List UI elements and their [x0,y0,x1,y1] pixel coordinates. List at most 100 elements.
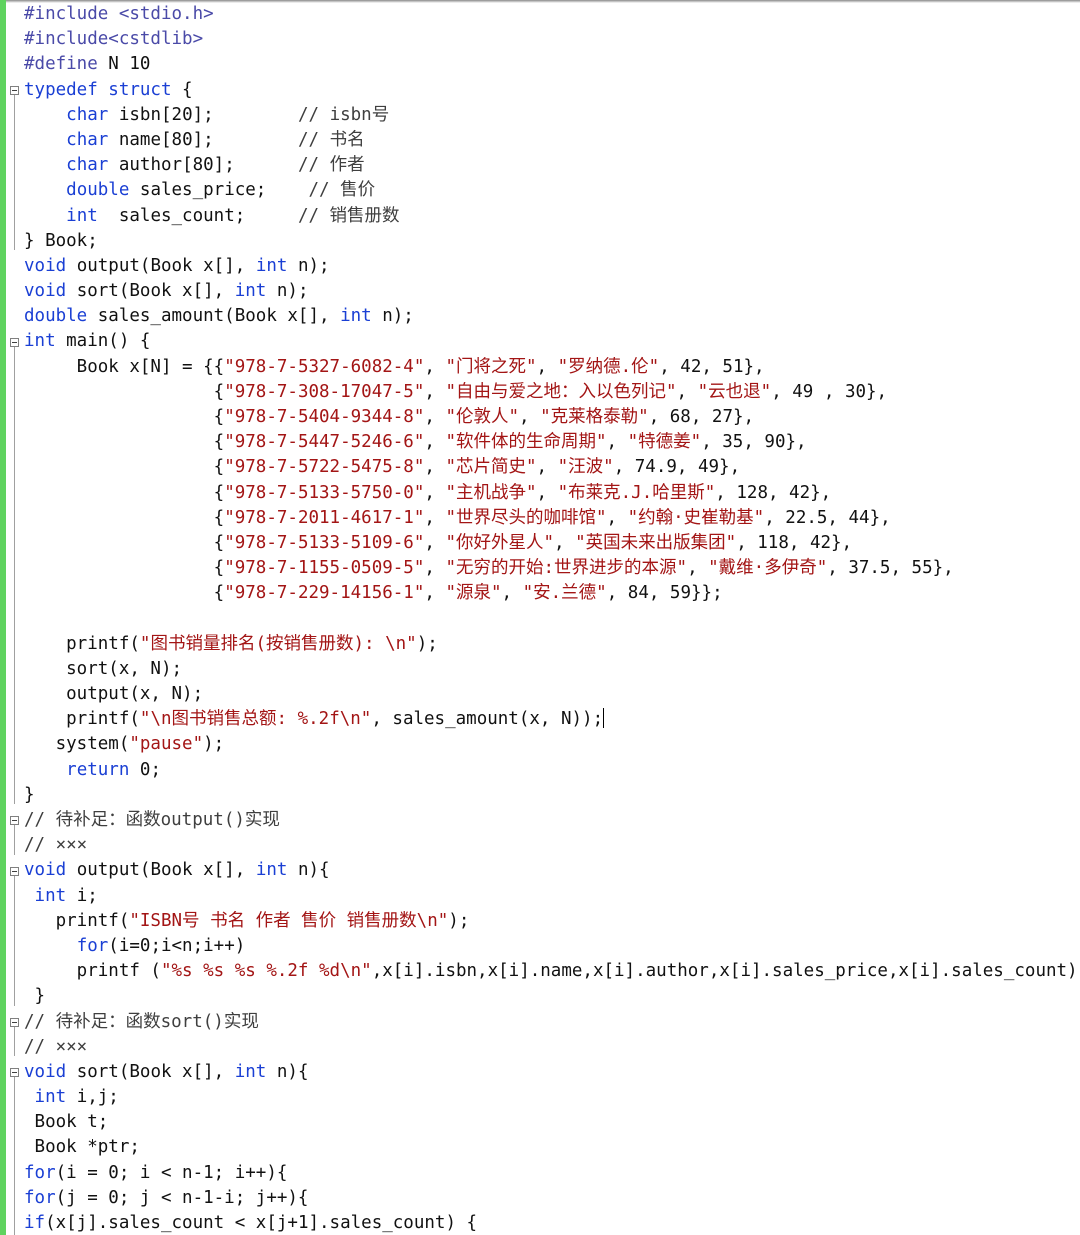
fold-toggle-icon[interactable] [10,85,19,95]
code-token: i; [66,885,98,906]
code-line[interactable]: void output(Book x[], int n); [24,254,1080,279]
code-token: "自由与爱之地：入以色列记" [445,381,677,402]
code-token: "图书销量排名(按销售册数): \n" [139,633,417,654]
code-token: { [24,381,225,402]
code-line[interactable]: double sales_price; // 售价 [24,178,1080,203]
code-token: (i=0;i<n;i++) [108,935,246,956]
code-token: void [24,281,67,302]
fold-toggle-icon[interactable] [10,1068,19,1078]
code-token: "978-7-5133-5109-6" [224,532,425,553]
code-token: int [34,885,67,906]
code-token: author[80]; [108,155,298,176]
code-line[interactable]: char author[80]; // 作者 [24,153,1080,178]
fold-toggle-icon[interactable] [10,1018,19,1027]
code-line[interactable]: for(i = 0; i < n-1; i++){ [24,1161,1080,1186]
code-line[interactable]: printf("图书销量排名(按销售册数): \n"); [24,632,1080,657]
code-line[interactable]: typedef struct { [24,78,1080,103]
code-line[interactable]: for(j = 0; j < n-1-i; j++){ [24,1186,1080,1211]
code-line[interactable]: {"978-7-5722-5475-8", "芯片简史", "汪波", 74.9… [24,455,1080,480]
code-token: char [66,104,109,125]
code-line[interactable]: int main() { [24,329,1080,354]
code-token: n){ [266,1061,309,1082]
code-line[interactable]: return 0; [24,758,1080,783]
code-token: // 售价 [308,180,376,201]
code-line[interactable]: int i; [24,884,1080,909]
code-token: Book x[N] = {{ [24,356,225,377]
code-line[interactable]: {"978-7-5133-5750-0", "主机战争", "布莱克.J.哈里斯… [24,481,1080,506]
code-line[interactable] [24,607,1080,632]
code-area[interactable]: #include <stdio.h> #include<cstdlib> #defi… [24,2,1080,1235]
code-token: // 书名 [297,129,365,150]
code-line[interactable]: {"978-7-1155-0509-5", "无穷的开始:世界进步的本源", "… [24,556,1080,581]
code-editor[interactable]: #include <stdio.h> #include<cstdlib> #defi… [0,0,1080,1235]
code-line[interactable]: int i,j; [24,1085,1080,1110]
code-line[interactable]: {"978-7-308-17047-5", "自由与爱之地：入以色列记", "云… [24,380,1080,405]
code-token: N 10 [108,54,151,75]
fold-toggle-icon[interactable] [10,816,19,826]
code-token: #include <stdio.h> [24,4,214,24]
code-line[interactable]: #include <stdio.h> [24,2,1080,27]
fold-gutter [6,0,22,1235]
code-token: , 22.5, 44}, [764,507,891,528]
code-line[interactable]: // ××× [24,833,1080,858]
code-line[interactable]: } [24,984,1080,1009]
code-token: , [687,558,709,579]
code-token: , sales_amount(x, N)); [371,709,604,730]
fold-toggle-icon[interactable] [10,337,19,347]
code-token: } Book; [24,230,98,251]
code-line[interactable]: output(x, N); [24,682,1080,707]
code-line[interactable]: char isbn[20]; // isbn号 [24,103,1080,128]
code-line[interactable]: char name[80]; // 书名 [24,128,1080,153]
code-token: "978-7-5133-5750-0" [224,482,425,503]
code-token: { [171,79,193,100]
code-line[interactable]: // 待补足：函数sort()实现 [24,1010,1080,1035]
code-token: "汪波" [557,457,614,478]
code-line[interactable]: #include<cstdlib> [24,27,1080,52]
code-line[interactable]: // ××× [24,1035,1080,1060]
code-line[interactable]: void sort(Book x[], int n); [24,279,1080,304]
code-line[interactable]: } [24,783,1080,808]
code-line[interactable]: void sort(Book x[], int n){ [24,1060,1080,1085]
code-token: "978-7-229-14156-1" [224,583,425,604]
code-token: , 37.5, 55}, [827,558,954,579]
code-line[interactable]: sort(x, N); [24,657,1080,682]
code-token: // ××× [24,1036,88,1057]
code-line[interactable]: printf ("%s %s %s %.2f %d\n",x[i].isbn,x… [24,959,1080,984]
code-line[interactable]: Book *ptr; [24,1135,1080,1160]
code-line[interactable]: {"978-7-2011-4617-1", "世界尽头的咖啡馆", "约翰·史崔… [24,506,1080,531]
code-line[interactable]: {"978-7-5133-5109-6", "你好外星人", "英国未来出版集团… [24,531,1080,556]
code-token: } [24,986,46,1007]
code-line[interactable]: printf("\n图书销售总额: %.2f\n", sales_amount(… [24,707,1080,732]
code-line[interactable]: #define N 10 [24,52,1080,77]
code-line[interactable]: for(i=0;i<n;i++) [24,934,1080,959]
code-line[interactable]: Book t; [24,1110,1080,1135]
code-line[interactable]: int sales_count; // 销售册数 [24,204,1080,229]
code-line[interactable]: } Book; [24,229,1080,254]
code-token: , [424,457,446,478]
code-line[interactable]: if(x[j].sales_count < x[j+1].sales_count… [24,1211,1080,1235]
code-token: sort(Book x[], [66,1061,235,1082]
code-token: , [424,356,446,377]
code-line[interactable]: printf("ISBN号 书名 作者 售价 销售册数\n"); [24,909,1080,934]
code-line[interactable]: {"978-7-5404-9344-8", "伦敦人", "克莱格泰勒", 68… [24,405,1080,430]
code-line[interactable]: system("pause"); [24,732,1080,757]
fold-range-line [14,1027,15,1057]
code-token: int [234,1061,267,1082]
code-token: "主机战争" [445,482,537,503]
code-token: output(x, N); [24,684,204,705]
code-line[interactable]: double sales_amount(Book x[], int n); [24,304,1080,329]
code-line[interactable]: Book x[N] = {{"978-7-5327-6082-4", "门将之死… [24,355,1080,380]
code-token: // 待补足：函数sort()实现 [24,1011,259,1032]
code-line[interactable]: void output(Book x[], int n){ [24,858,1080,883]
code-token: { [24,532,225,553]
code-token: , [554,532,576,553]
code-line[interactable]: // 待补足：函数output()实现 [24,808,1080,833]
code-line[interactable]: {"978-7-5447-5246-6", "软件体的生命周期", "特德姜",… [24,430,1080,455]
code-token: double [24,306,88,327]
code-token: , [536,457,558,478]
fold-toggle-icon[interactable] [10,866,19,876]
code-token: "约翰·史崔勒基" [627,507,765,528]
code-line[interactable]: {"978-7-229-14156-1", "源泉", "安.兰德", 84, … [24,581,1080,606]
